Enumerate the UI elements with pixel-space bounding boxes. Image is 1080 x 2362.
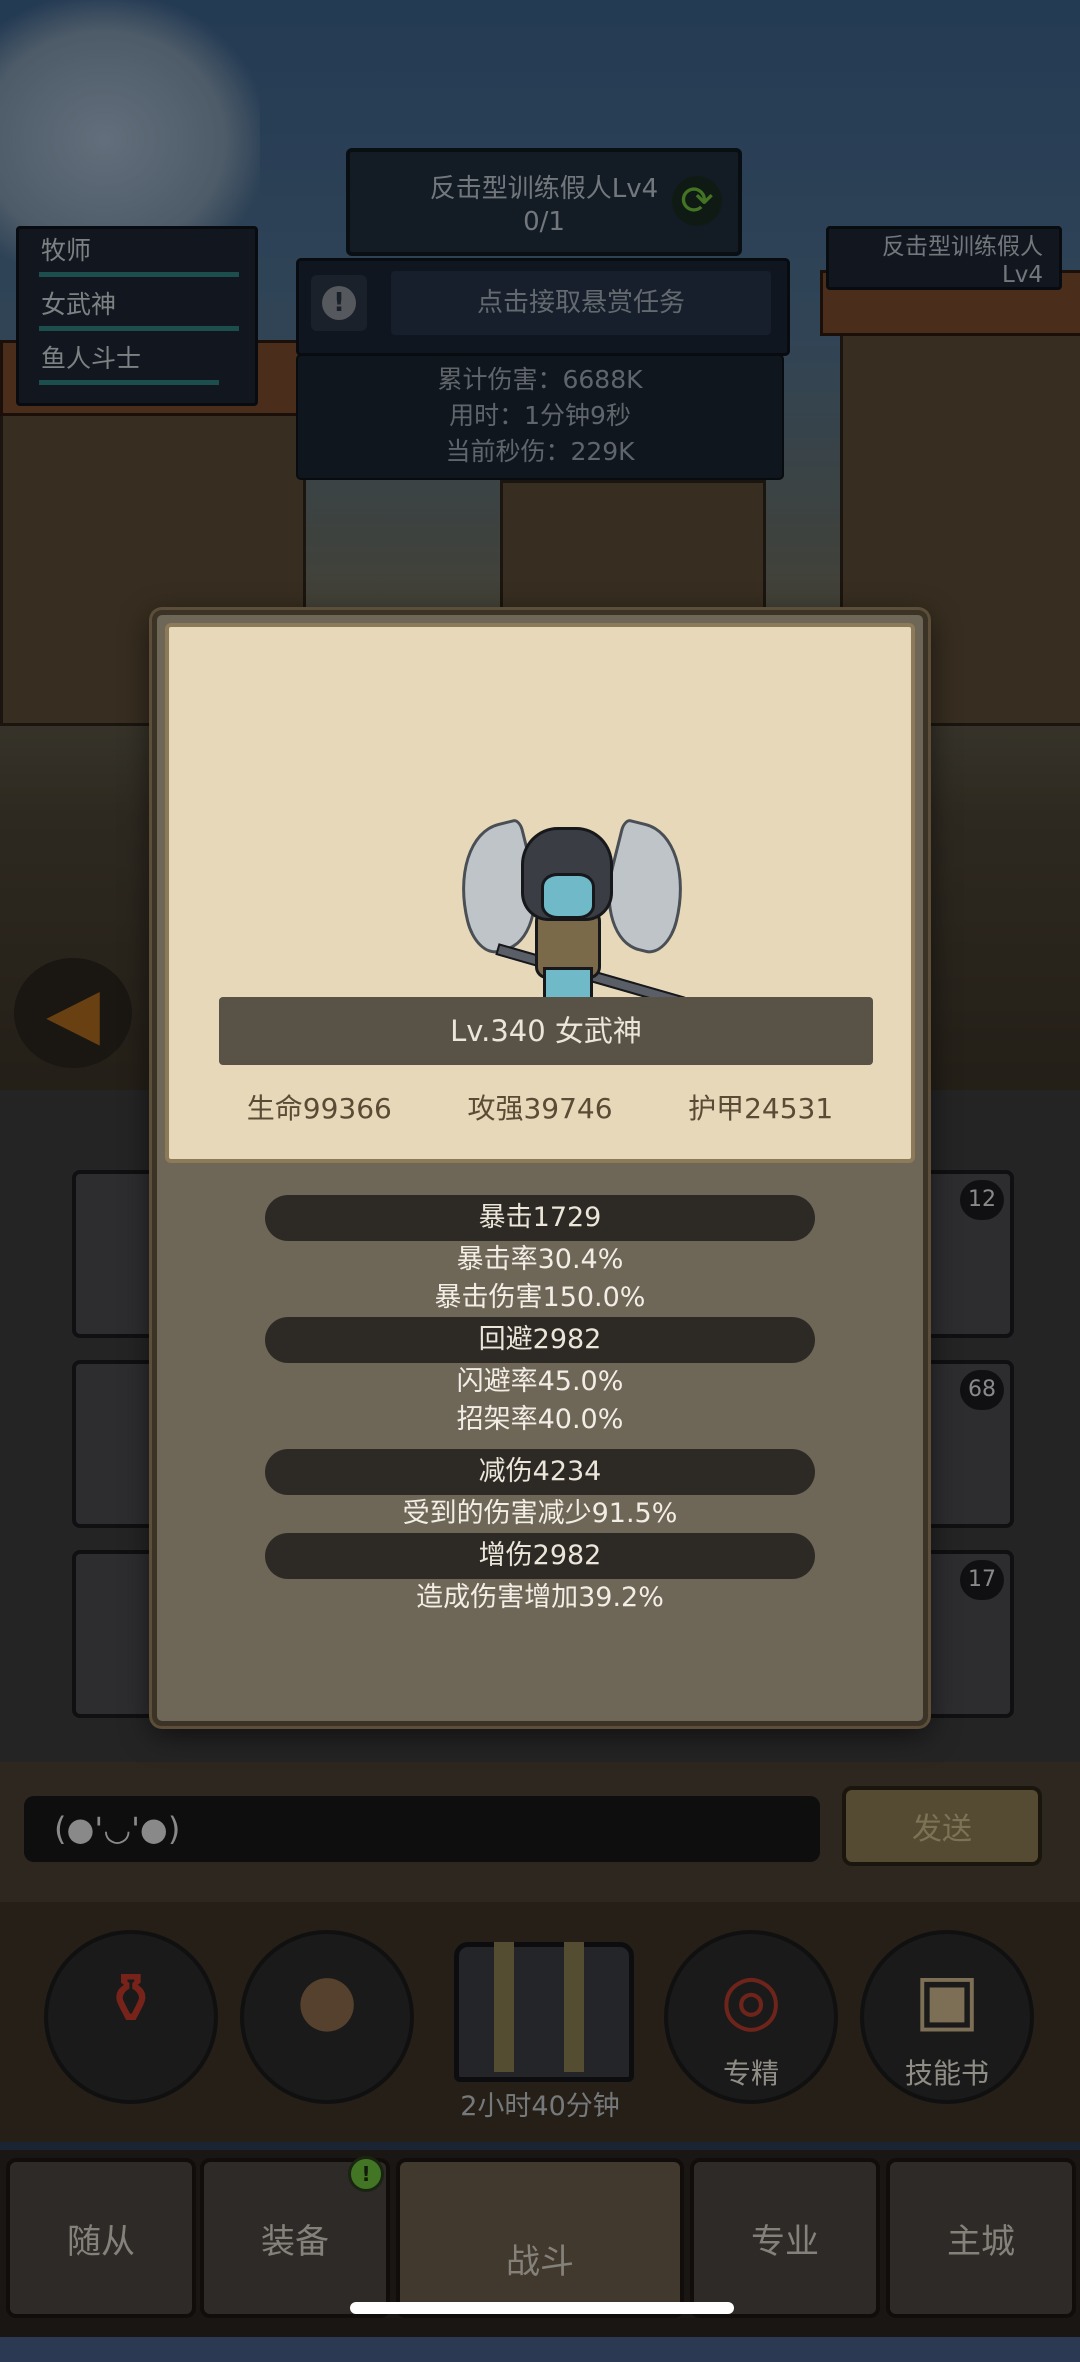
parry-rate: 招架率40.0% xyxy=(456,1404,624,1435)
reduce-header: 减伤4234 xyxy=(265,1449,815,1495)
reduce-desc: 受到的伤害减少91.5% xyxy=(402,1498,678,1529)
crit-damage: 暴击伤害150.0% xyxy=(434,1282,646,1313)
crit-rate: 暴击率30.4% xyxy=(456,1244,624,1275)
crit-header: 暴击1729 xyxy=(265,1195,815,1241)
hero-name: Lv.340 女武神 xyxy=(219,997,873,1065)
stat-attack: 攻强39746 xyxy=(467,1092,613,1125)
evade-header: 回避2982 xyxy=(265,1317,815,1363)
dodge-rate: 闪避率45.0% xyxy=(456,1366,624,1397)
stat-armor: 护甲24531 xyxy=(688,1092,834,1125)
detail-stats: 暴击1729 暴击率30.4% 暴击伤害150.0% 回避2982 闪避率45.… xyxy=(157,1195,923,1617)
hero-detail-modal: Lv.340 女武神 生命99366 攻强39746 护甲24531 暴击172… xyxy=(152,610,928,1726)
hero-card: Lv.340 女武神 生命99366 攻强39746 护甲24531 xyxy=(165,623,915,1163)
stat-hp: 生命99366 xyxy=(246,1092,392,1125)
base-stats: 生命99366 攻强39746 护甲24531 xyxy=(169,1079,911,1139)
hero-portrait xyxy=(444,817,700,1017)
boost-header: 增伤2982 xyxy=(265,1533,815,1579)
boost-desc: 造成伤害增加39.2% xyxy=(416,1582,664,1613)
home-indicator[interactable] xyxy=(350,2302,734,2314)
